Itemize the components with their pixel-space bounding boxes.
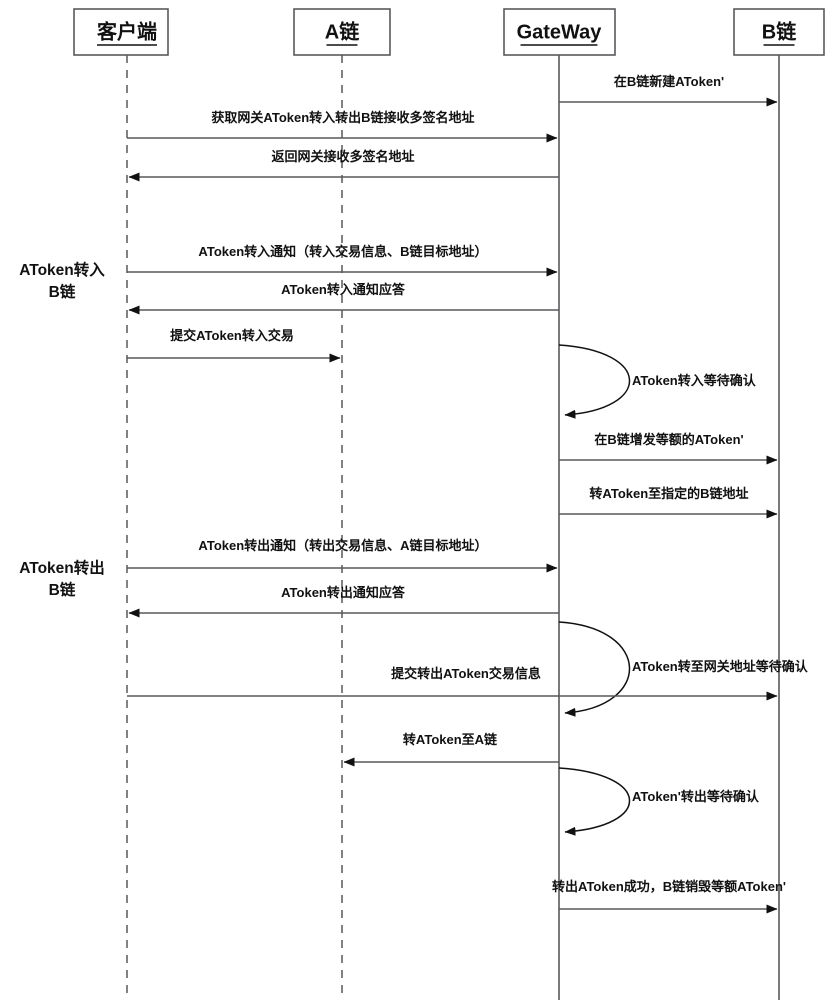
lifeline-client: 客户端 [73, 8, 169, 1000]
self-message-arc-m12 [558, 621, 631, 717]
message-label-m14: 转AToken至A链 [403, 732, 498, 747]
message-m7: AToken转入等待确认 [558, 344, 757, 419]
self-message-arc-m15 [558, 767, 631, 836]
message-m8: 在B链增发等额的AToken' [559, 432, 778, 465]
message-label-m16: 转出AToken成功，B链销毁等额AToken' [552, 879, 786, 894]
message-m5: AToken转入通知应答 [128, 282, 559, 315]
message-label-m10: AToken转出通知（转出交易信息、A链目标地址） [198, 538, 487, 553]
lifeline-title-client: 客户端 [96, 19, 157, 43]
message-m3: 返回网关接收多签名地址 [128, 149, 559, 182]
message-label-m6: 提交AToken转入交易 [170, 328, 294, 343]
message-label-m7: AToken转入等待确认 [632, 373, 757, 388]
message-m11: AToken转出通知应答 [128, 585, 559, 618]
group-label-line: AToken转入 [19, 260, 105, 279]
self-message-arc-m7 [558, 344, 631, 419]
message-label-m9: 转AToken至指定的B链地址 [589, 486, 748, 501]
message-label-m11: AToken转出通知应答 [281, 585, 406, 600]
lifeline-title-gateway: GateWay [517, 21, 603, 43]
message-label-m2: 获取网关AToken转入转出B链接收多签名地址 [211, 110, 474, 125]
message-label-m5: AToken转入通知应答 [281, 282, 406, 297]
group-label-line: AToken转出 [19, 558, 105, 577]
message-m15: AToken'转出等待确认 [558, 767, 760, 836]
messages-layer: 在B链新建AToken' 获取网关AToken转入转出B链接收多签名地址返回网关接… [127, 74, 809, 914]
lifeline-title-bchain: B链 [762, 19, 797, 43]
message-label-m12: AToken转至网关地址等待确认 [632, 659, 809, 674]
message-m1: 在B链新建AToken' [559, 74, 778, 107]
message-m14: 转AToken至A链 [343, 732, 559, 767]
message-m16: 转出AToken成功，B链销毁等额AToken' [552, 879, 786, 914]
message-m9: 转AToken至指定的B链地址 [559, 486, 778, 519]
sequence-diagram-svg: 客户端 A链 GateWay B链 在B链新建AToken' 获取网关AToken转入转… [19, 8, 825, 1000]
group-label-group-in: AToken转入 B链 [19, 260, 105, 301]
message-label-m4: AToken转入通知（转入交易信息、B链目标地址） [198, 244, 487, 259]
lifeline-gateway: GateWay [503, 8, 616, 1000]
lifeline-title-achain: A链 [325, 19, 360, 43]
group-label-line: B链 [49, 580, 76, 599]
lifeline-bchain: B链 [733, 8, 825, 1000]
message-label-m3: 返回网关接收多签名地址 [271, 149, 414, 164]
message-m12: AToken转至网关地址等待确认 [558, 621, 809, 717]
message-label-m8: 在B链增发等额的AToken' [594, 432, 743, 447]
lifelines-layer: 客户端 A链 GateWay B链 [73, 8, 825, 1000]
message-label-m13: 提交转出AToken交易信息 [391, 666, 541, 681]
message-label-m1: 在B链新建AToken' [614, 74, 724, 89]
sequence-diagram-canvas: 客户端 A链 GateWay B链 在B链新建AToken' 获取网关AToken转入转… [0, 0, 834, 1000]
group-label-group-out: AToken转出 B链 [19, 558, 105, 599]
group-label-line: B链 [49, 282, 76, 301]
group-labels-layer: AToken转入 B链 AToken转出 B链 [19, 260, 105, 599]
message-m6: 提交AToken转入交易 [127, 328, 341, 363]
message-label-m15: AToken'转出等待确认 [632, 789, 760, 804]
